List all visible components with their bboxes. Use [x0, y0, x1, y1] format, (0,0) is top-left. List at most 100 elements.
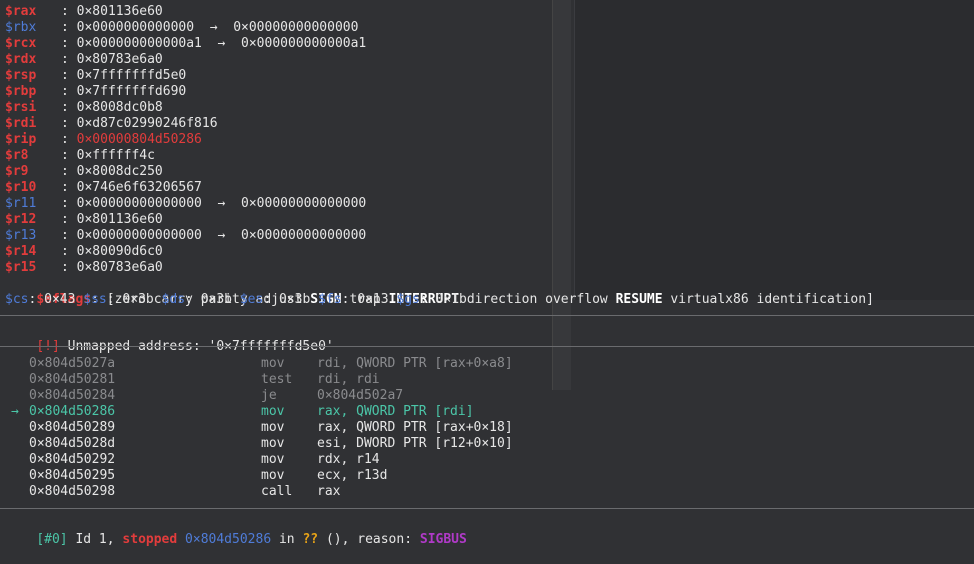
arrow-icon: → [194, 20, 234, 35]
register-name: $rsp [5, 68, 37, 83]
thread-tag: [#0] [36, 532, 68, 547]
register-name: $r14 [5, 244, 37, 259]
segment-name: $es [239, 292, 264, 307]
segment-name: $ss [83, 292, 107, 307]
register-row: $r14: 0×80090d6c0 [5, 244, 163, 260]
arrow-icon: → [201, 196, 242, 211]
instruction-address: 0×804d50281 [29, 372, 116, 387]
register-name: $rbx [5, 20, 37, 35]
disasm-row: → 0×804d50286 mov rax, QWORD PTR [rdi] [0, 404, 974, 420]
instruction-mnemonic: mov [261, 452, 285, 467]
disasm-row: 0×804d50281 test rdi, rdi [0, 372, 974, 388]
register-deref: 0×00000000000000 [241, 196, 367, 211]
disasm-row: 0×804d50295 mov ecx, r13d [0, 468, 974, 484]
register-colon: : [61, 20, 77, 35]
instruction-address: 0×804d5027a [29, 356, 116, 371]
instruction-mnemonic: mov [261, 404, 285, 419]
register-name: $r11 [5, 196, 37, 211]
eflag: virtualx86 [670, 292, 749, 307]
register-row: $r8: 0×ffffff4c [5, 148, 155, 164]
register-deref: 0×00000000000000 [233, 20, 359, 35]
instruction-mnemonic: call [261, 484, 293, 499]
register-value: 0×801136e60 [76, 4, 163, 19]
register-row: $rbp: 0×7fffffffd690 [5, 84, 186, 100]
thread-function: ?? [302, 532, 319, 547]
segments-line: $cs: 0×43 $ss: 0×3b $ds: 0×3b $es: 0×3b … [5, 292, 467, 308]
register-name: $rax [5, 4, 37, 19]
register-row: $rax: 0×801136e60 [5, 4, 163, 20]
register-colon: : [61, 148, 77, 163]
register-name: $r8 [5, 148, 29, 163]
register-value: 0×d87c02990246f816 [76, 116, 218, 131]
register-value: 0×8008dc250 [76, 164, 163, 179]
instruction-mnemonic: mov [261, 436, 285, 451]
register-deref: 0×00000000000000 [241, 228, 367, 243]
register-row: $r9: 0×8008dc250 [5, 164, 163, 180]
register-colon: : [61, 116, 77, 131]
register-colon: : [61, 196, 77, 211]
register-name: $rcx [5, 36, 37, 51]
register-row: $rip: 0×00000804d50286 [5, 132, 202, 148]
register-value: 0×00000804d50286 [76, 132, 202, 147]
register-name: $rip [5, 132, 37, 147]
register-name: $rbp [5, 84, 37, 99]
register-row: $r13: 0×00000000000000 → 0×0000000000000… [5, 228, 366, 244]
register-row: $rcx: 0×000000000000a1 → 0×000000000000a… [5, 36, 366, 52]
register-name: $r9 [5, 164, 29, 179]
instruction-address: 0×804d50292 [29, 452, 116, 467]
register-value: 0×8008dc0b8 [76, 100, 163, 115]
segment-name: $cs [5, 292, 29, 307]
register-name: $r13 [5, 228, 37, 243]
segment-value: : 0×43 [28, 292, 76, 307]
register-row: $rbx: 0×0000000000000 → 0×00000000000000 [5, 20, 358, 36]
instruction-operands: esi, DWORD PTR [r12+0×10] [317, 436, 513, 451]
register-colon: : [61, 52, 77, 67]
register-value: 0×80783e6a0 [76, 260, 163, 275]
register-value: 0×746e6f63206567 [76, 180, 202, 195]
eflags-close: ] [866, 292, 874, 307]
register-name: $rdi [5, 116, 37, 131]
error-line: [!] Unmapped address: '0×7fffffffd5e0' [5, 323, 333, 354]
register-row: $rsi: 0×8008dc0b8 [5, 100, 163, 116]
segment-name: $fs [318, 292, 342, 307]
instruction-mnemonic: test [261, 372, 293, 387]
register-colon: : [61, 244, 77, 259]
disasm-row: 0×804d50284 je 0×804d502a7 [0, 388, 974, 404]
register-colon: : [61, 4, 77, 19]
register-colon: : [61, 100, 77, 115]
instruction-address: 0×804d5028d [29, 436, 116, 451]
arrow-icon: → [201, 36, 242, 51]
register-colon: : [61, 36, 77, 51]
instruction-operands: ecx, r13d [317, 468, 388, 483]
register-row: $rsp: 0×7fffffffd5e0 [5, 68, 186, 84]
eflags-line: $eflags: [zero carry parity adjust SIGN … [36, 292, 874, 307]
instruction-operands: rdx, r14 [317, 452, 380, 467]
instruction-mnemonic: je [261, 388, 277, 403]
background-scrollbar [552, 0, 571, 390]
thread-id: Id 1, [75, 532, 115, 547]
register-name: $rsi [5, 100, 37, 115]
disasm-row: 0×804d50289 mov rax, QWORD PTR [rax+0×18] [0, 420, 974, 436]
register-value: 0×ffffff4c [76, 148, 155, 163]
thread-line: [#0] Id 1, stopped 0×804d50286 in ?? (),… [5, 516, 467, 547]
eflag: identification [756, 292, 867, 307]
thread-reason-label: reason: [357, 532, 413, 547]
segment-name: $gs [396, 292, 420, 307]
instruction-operands: 0×804d502a7 [317, 388, 404, 403]
register-colon: : [61, 260, 77, 275]
instruction-address: 0×804d50286 [29, 404, 116, 419]
instruction-operands: rdi, rdi [317, 372, 380, 387]
register-value: 0×000000000000a1 [76, 36, 202, 51]
register-name: $r10 [5, 180, 37, 195]
segment-value: : 0×1b [419, 292, 467, 307]
register-value: 0×80090d6c0 [76, 244, 163, 259]
register-value: 0×00000000000000 [76, 196, 202, 211]
register-colon: : [61, 228, 77, 243]
register-name: $rdx [5, 52, 37, 67]
instruction-mnemonic: mov [261, 420, 285, 435]
register-value: 0×7fffffffd5e0 [76, 68, 187, 83]
segment-name: $ds [161, 292, 186, 307]
arrow-icon: → [201, 228, 242, 243]
separator [0, 346, 974, 347]
thread-parens: (), [325, 532, 350, 547]
